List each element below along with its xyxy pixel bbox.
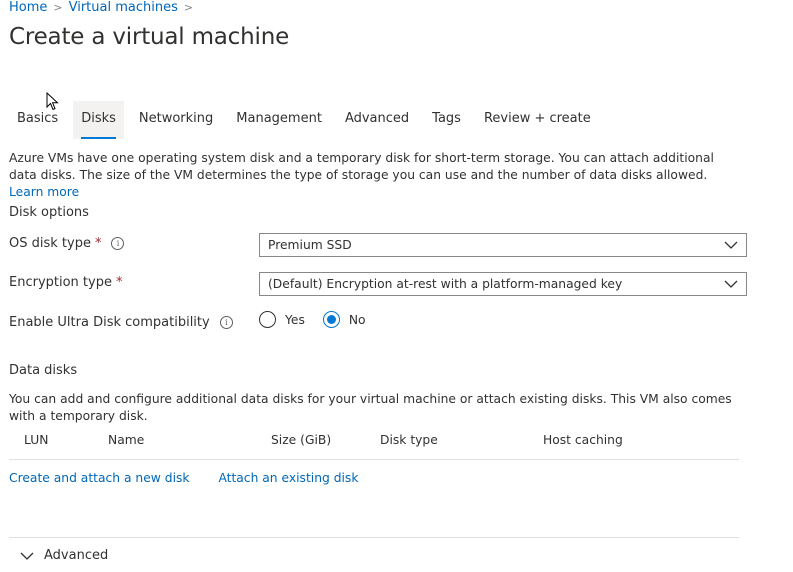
section-divider	[9, 537, 739, 538]
disk-options-title: Disk options	[9, 205, 89, 220]
ultra-disk-radio-group: Yes No	[259, 311, 384, 328]
advanced-expander-label: Advanced	[44, 548, 109, 563]
info-icon[interactable]: i	[219, 316, 233, 329]
learn-more-link[interactable]: Learn more	[9, 185, 79, 199]
page-title: Create a virtual machine	[9, 24, 290, 50]
os-disk-type-value: Premium SSD	[268, 238, 352, 252]
os-disk-type-label: OS disk type * i	[9, 236, 125, 251]
tab-basics[interactable]: Basics	[9, 101, 66, 139]
tab-advanced[interactable]: Advanced	[337, 101, 417, 139]
ultra-disk-yes-radio[interactable]: Yes	[259, 311, 305, 328]
tab-management[interactable]: Management	[228, 101, 330, 139]
chevron-down-icon	[724, 280, 738, 288]
os-disk-type-label-text: OS disk type	[9, 236, 91, 251]
data-disks-table-header: LUN Name Size (GiB) Disk type Host cachi…	[9, 433, 739, 460]
radio-label: No	[348, 312, 366, 327]
required-marker: *	[115, 275, 123, 290]
info-icon[interactable]: i	[111, 237, 125, 250]
data-disks-title: Data disks	[9, 363, 78, 378]
tab-disks[interactable]: Disks	[73, 101, 124, 139]
encryption-type-value: (Default) Encryption at-rest with a plat…	[268, 277, 623, 291]
column-header-lun: LUN	[24, 433, 49, 447]
column-header-disk-type: Disk type	[380, 433, 438, 447]
wizard-tabs: Basics Disks Networking Management Advan…	[9, 101, 599, 139]
radio-label: Yes	[285, 312, 305, 327]
tab-tags[interactable]: Tags	[424, 101, 469, 139]
intro-text: Azure VMs have one operating system disk…	[9, 150, 729, 201]
column-header-size: Size (GiB)	[271, 433, 332, 447]
ultra-disk-no-radio[interactable]: No	[322, 311, 366, 328]
tab-review-create[interactable]: Review + create	[476, 101, 599, 139]
breadcrumb-chevron-icon: >	[183, 1, 194, 14]
breadcrumb-vms-link[interactable]: Virtual machines	[69, 0, 178, 15]
breadcrumb-chevron-icon: >	[53, 1, 63, 14]
advanced-expander[interactable]: Advanced	[20, 548, 108, 563]
ultra-disk-label-text: Enable Ultra Disk compatibility	[9, 315, 210, 330]
encryption-type-select[interactable]: (Default) Encryption at-rest with a plat…	[259, 272, 747, 296]
attach-existing-disk-link[interactable]: Attach an existing disk	[218, 471, 358, 485]
data-disks-description: You can add and configure additional dat…	[9, 392, 732, 423]
radio-circle-checked	[322, 311, 340, 328]
create-attach-disk-link[interactable]: Create and attach a new disk	[9, 471, 190, 485]
os-disk-type-select[interactable]: Premium SSD	[259, 233, 747, 257]
chevron-down-icon	[724, 241, 738, 249]
breadcrumb: Home > Virtual machines >	[9, 0, 199, 15]
breadcrumb-home-link[interactable]: Home	[9, 0, 47, 15]
column-header-host-caching: Host caching	[543, 433, 623, 447]
data-disks-actions: Create and attach a new disk Attach an e…	[9, 471, 383, 485]
ultra-disk-label: Enable Ultra Disk compatibility i	[9, 315, 233, 330]
column-header-name: Name	[108, 433, 145, 447]
tab-networking[interactable]: Networking	[131, 101, 221, 139]
radio-circle	[259, 311, 276, 328]
encryption-type-label: Encryption type *	[9, 275, 122, 290]
encryption-type-label-text: Encryption type	[9, 275, 112, 290]
required-marker: *	[94, 236, 102, 251]
chevron-down-icon	[20, 552, 34, 560]
intro-description: Azure VMs have one operating system disk…	[9, 151, 714, 182]
